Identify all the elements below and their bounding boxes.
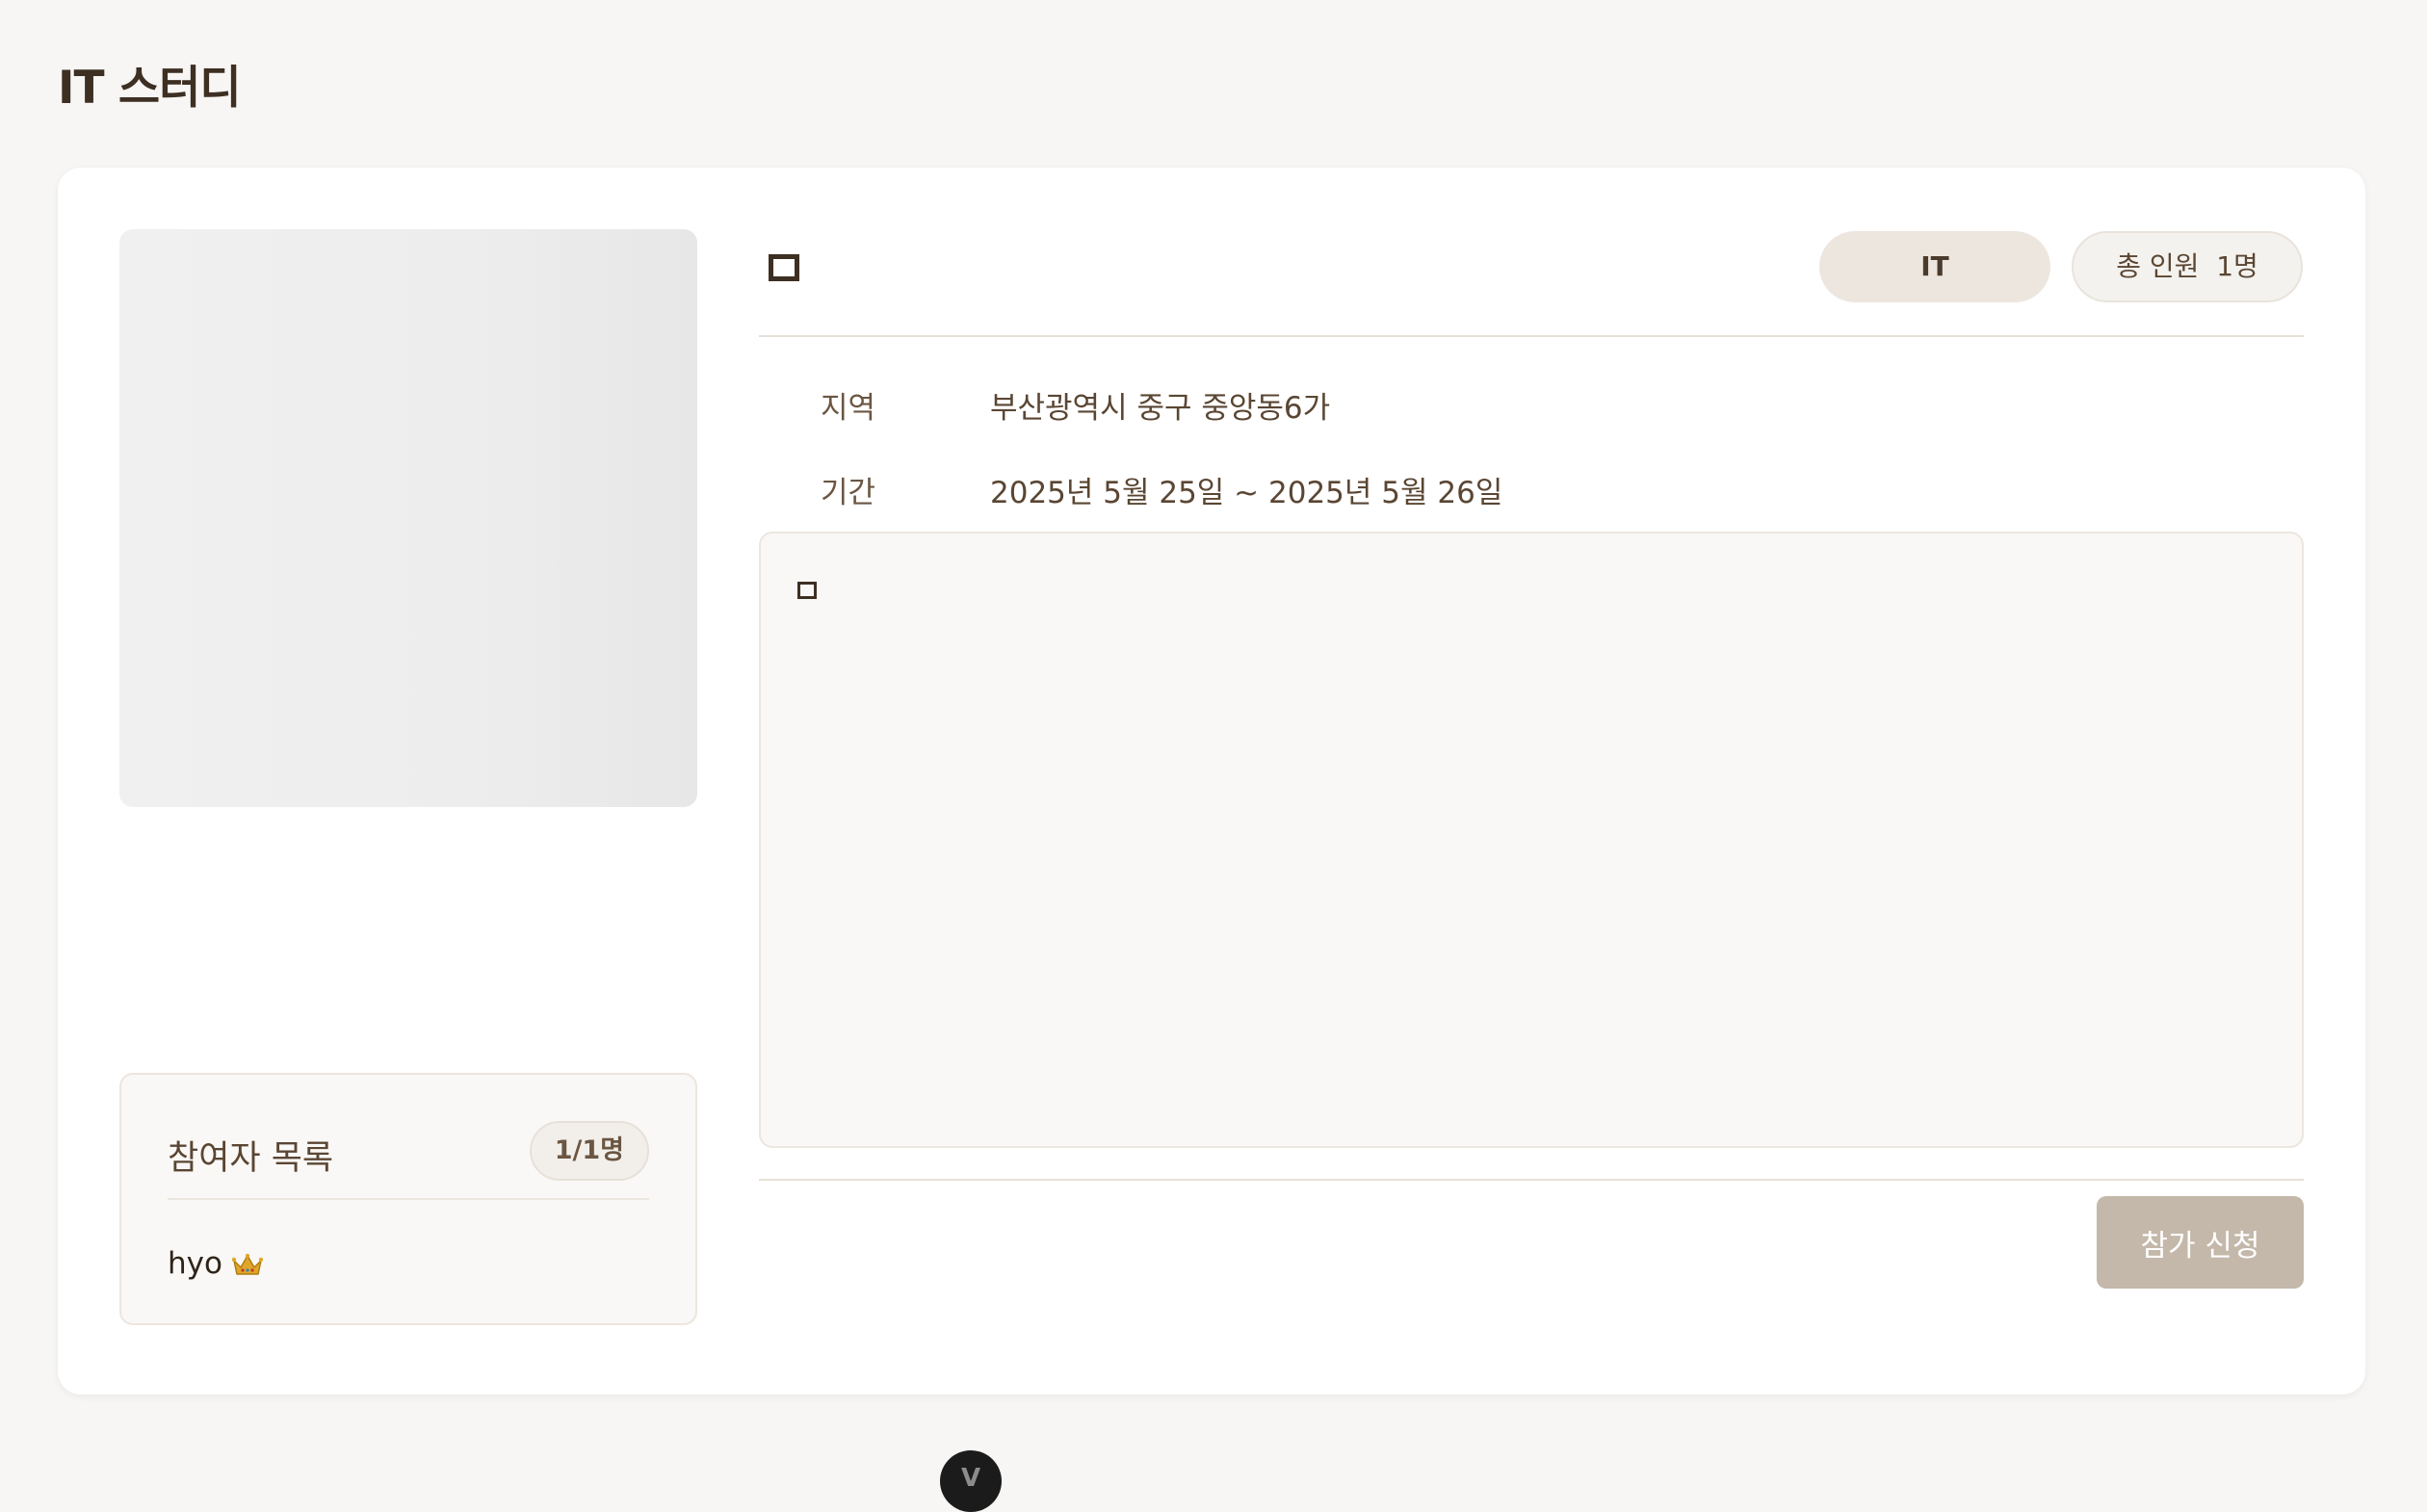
total-members-tag: 총 인원 1명 [2072,231,2303,302]
participants-title: 참여자 목록 [168,1139,334,1178]
period-value: 2025년 5월 25일 ~ 2025년 5월 26일 [990,476,1503,510]
region-label: 지역 [821,391,876,426]
footer-divider [759,1179,2304,1181]
participants-panel: 참여자 목록 1/1명 hyo [119,1073,697,1325]
participants-count-badge: 1/1명 [529,1121,649,1181]
study-description-box [759,532,2304,1148]
header-divider [759,335,2304,337]
region-value: 부산광역시 중구 중앙동6가 [990,391,1331,426]
participants-divider [168,1198,649,1200]
participant-item: hyo [168,1246,264,1281]
missing-glyph-icon [797,582,817,599]
join-button[interactable]: 참가 신청 [2097,1196,2304,1289]
page-title: IT 스터디 [58,62,242,115]
vue-logo-icon: V [960,1464,981,1493]
participant-name: hyo [168,1246,222,1281]
study-detail-card: 참여자 목록 1/1명 hyo IT 총 인원 1명 지역 부산광역시 중구 중… [58,168,2365,1395]
period-label: 기간 [821,476,876,510]
crown-icon [231,1251,264,1276]
study-image-placeholder [119,229,697,807]
devtools-toggle-button[interactable]: V [940,1450,1002,1512]
missing-glyph-icon [769,254,799,281]
category-tag: IT [1819,231,2050,302]
